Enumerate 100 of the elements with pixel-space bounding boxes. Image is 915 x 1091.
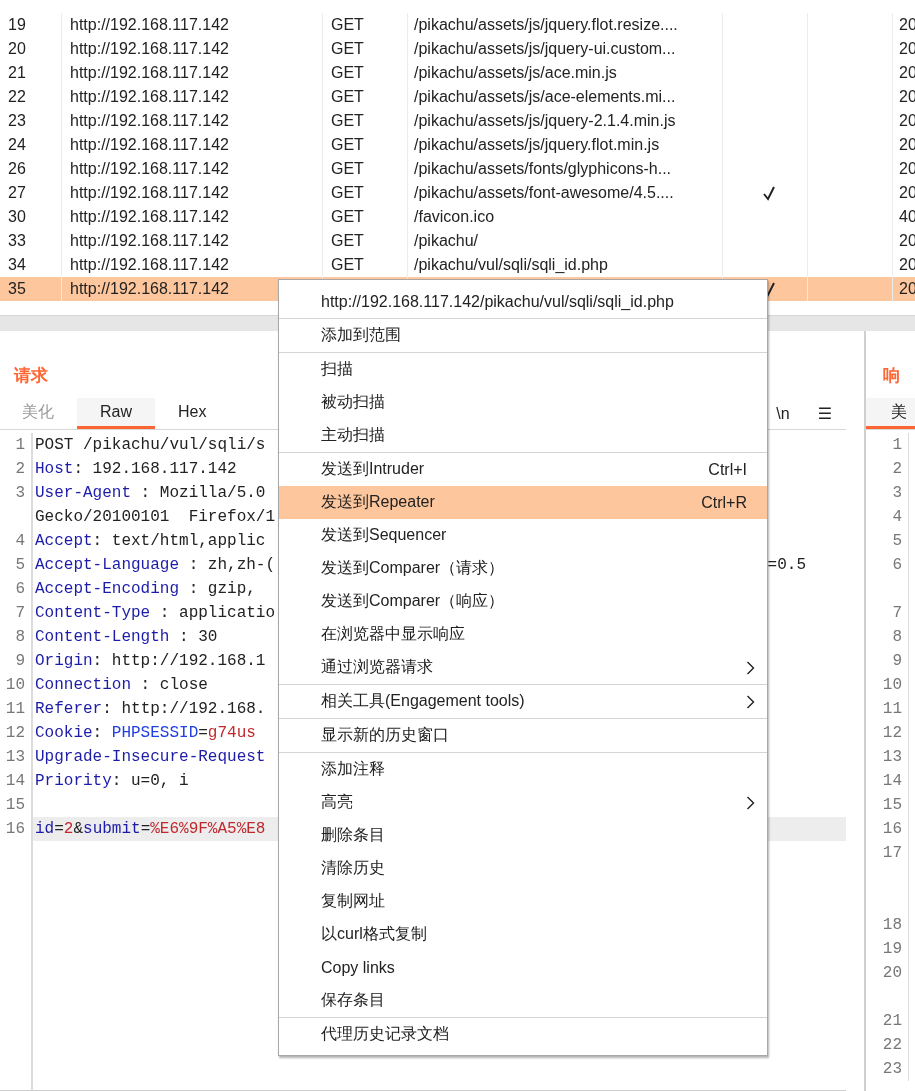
line-number: 20 bbox=[882, 964, 902, 982]
table-cell: http://192.168.117.142 bbox=[70, 112, 229, 129]
table-cell: /pikachu/assets/js/jquery.flot.resize.... bbox=[414, 16, 678, 33]
code-line: Accept: text/html,applic bbox=[35, 531, 266, 552]
table-cell: GET bbox=[331, 232, 364, 249]
line-number: 3 bbox=[15, 484, 25, 502]
line-number: 12 bbox=[5, 724, 25, 742]
line-number: 13 bbox=[5, 748, 25, 766]
code-line: Cookie: PHPSESSID=g74us bbox=[35, 723, 256, 744]
table-cell: http://192.168.117.142 bbox=[70, 160, 229, 177]
table-cell: GET bbox=[331, 256, 364, 273]
table-cell: /pikachu/assets/font-awesome/4.5.... bbox=[414, 184, 674, 201]
table-cell: GET bbox=[331, 184, 364, 201]
line-number: 14 bbox=[882, 772, 902, 790]
line-number: 17 bbox=[882, 844, 902, 862]
line-number: 7 bbox=[15, 604, 25, 622]
code-line: Accept-Encoding : gzip, bbox=[35, 579, 256, 600]
shortcut-text: Ctrl+R bbox=[701, 493, 747, 512]
line-number: 5 bbox=[15, 556, 25, 574]
line-number: 9 bbox=[892, 652, 902, 670]
code-line: User-Agent : Mozilla/5.0 bbox=[35, 483, 266, 504]
code-line: POST /pikachu/vul/sqli/s bbox=[35, 435, 266, 456]
line-number: 11 bbox=[5, 700, 25, 718]
table-cell: GET bbox=[331, 16, 364, 33]
line-number: 1 bbox=[892, 436, 902, 454]
table-cell: http://192.168.117.142 bbox=[70, 88, 229, 105]
line-number: 9 bbox=[15, 652, 25, 670]
code-line: Upgrade-Insecure-Request bbox=[35, 747, 266, 768]
table-cell: http://192.168.117.142 bbox=[70, 40, 229, 57]
panel-title: 响 bbox=[882, 365, 900, 387]
table-cell: http://192.168.117.142 bbox=[70, 16, 229, 33]
table-cell: http://192.168.117.142 bbox=[70, 280, 229, 297]
line-number: 10 bbox=[5, 676, 25, 694]
line-number: 4 bbox=[15, 532, 25, 550]
table-cell: http://192.168.117.142 bbox=[70, 64, 229, 81]
line-number: 8 bbox=[892, 628, 902, 646]
code-text: =0.5 bbox=[767, 555, 806, 576]
line-number: 19 bbox=[882, 940, 902, 958]
row-number: 27 bbox=[8, 184, 26, 201]
table-cell: /pikachu/assets/js/jquery-2.1.4.min.js bbox=[414, 112, 676, 129]
table-cell: GET bbox=[331, 88, 364, 105]
table-cell: GET bbox=[331, 136, 364, 153]
code-line: Content-Type : applicatio bbox=[35, 603, 276, 624]
table-cell: /favicon.ico bbox=[414, 208, 495, 225]
table-cell: /pikachu/assets/fonts/glyphicons-h... bbox=[414, 160, 672, 177]
line-number: 11 bbox=[882, 700, 902, 718]
line-number: 15 bbox=[882, 796, 902, 814]
line-number: 3 bbox=[892, 484, 902, 502]
code-line: Gecko/20100101 Firefox/1 bbox=[35, 507, 276, 528]
line-number: 22 bbox=[882, 1036, 902, 1054]
code-line: Content-Length : 30 bbox=[35, 627, 218, 648]
shortcut-text: Ctrl+I bbox=[708, 460, 747, 479]
table-cell: http://192.168.117.142 bbox=[70, 208, 229, 225]
row-number: 33 bbox=[8, 232, 26, 249]
row-number: 34 bbox=[8, 256, 26, 273]
line-number: 2 bbox=[892, 460, 902, 478]
table-cell: /pikachu/assets/js/jquery.flot.min.js bbox=[414, 136, 660, 153]
line-number: 16 bbox=[882, 820, 902, 838]
line-number: 6 bbox=[15, 580, 25, 598]
line-number: 15 bbox=[5, 796, 25, 814]
row-number: 26 bbox=[8, 160, 26, 177]
table-cell: /pikachu/assets/js/ace-elements.mi... bbox=[414, 88, 676, 105]
line-number: 6 bbox=[892, 556, 902, 574]
line-number: 18 bbox=[882, 916, 902, 934]
row-number: 24 bbox=[8, 136, 26, 153]
table-cell: http://192.168.117.142 bbox=[70, 232, 229, 249]
row-number: 22 bbox=[8, 88, 26, 105]
table-cell: /pikachu/assets/js/ace.min.js bbox=[414, 64, 617, 81]
line-number: 1 bbox=[15, 436, 25, 454]
line-number: 12 bbox=[882, 724, 902, 742]
row-number: 21 bbox=[8, 64, 26, 81]
line-number: 14 bbox=[5, 772, 25, 790]
table-cell: GET bbox=[331, 160, 364, 177]
code-line: Host: 192.168.117.142 bbox=[35, 459, 237, 480]
code-line: id=2&submit=%E6%9F%A5%E8 bbox=[35, 819, 266, 840]
code-line: Referer: http://192.168. bbox=[35, 699, 266, 720]
code-line: Priority: u=0, i bbox=[35, 771, 189, 792]
line-number: 5 bbox=[892, 532, 902, 550]
table-cell: http://192.168.117.142 bbox=[70, 256, 229, 273]
table-cell: GET bbox=[331, 208, 364, 225]
code-line: Origin: http://192.168.1 bbox=[35, 651, 266, 672]
panel-title: 请求 bbox=[12, 365, 48, 387]
row-number: 30 bbox=[8, 208, 26, 225]
table-cell: GET bbox=[331, 64, 364, 81]
table-cell: http://192.168.117.142 bbox=[70, 136, 229, 153]
table-cell: /pikachu/vul/sqli/sqli_id.php bbox=[414, 256, 608, 273]
line-number: 7 bbox=[892, 604, 902, 622]
row-number: 35 bbox=[8, 280, 26, 297]
line-number: 8 bbox=[15, 628, 25, 646]
line-number: 13 bbox=[882, 748, 902, 766]
table-cell: http://192.168.117.142 bbox=[70, 184, 229, 201]
line-number: 4 bbox=[892, 508, 902, 526]
row-number: 20 bbox=[8, 40, 26, 57]
line-number: 21 bbox=[882, 1012, 902, 1030]
table-cell: GET bbox=[331, 112, 364, 129]
line-number: 16 bbox=[5, 820, 25, 838]
code-line: Accept-Language : zh,zh-( bbox=[35, 555, 276, 576]
table-cell: GET bbox=[331, 40, 364, 57]
row-number: 23 bbox=[8, 112, 26, 129]
row-number: 19 bbox=[8, 16, 26, 33]
